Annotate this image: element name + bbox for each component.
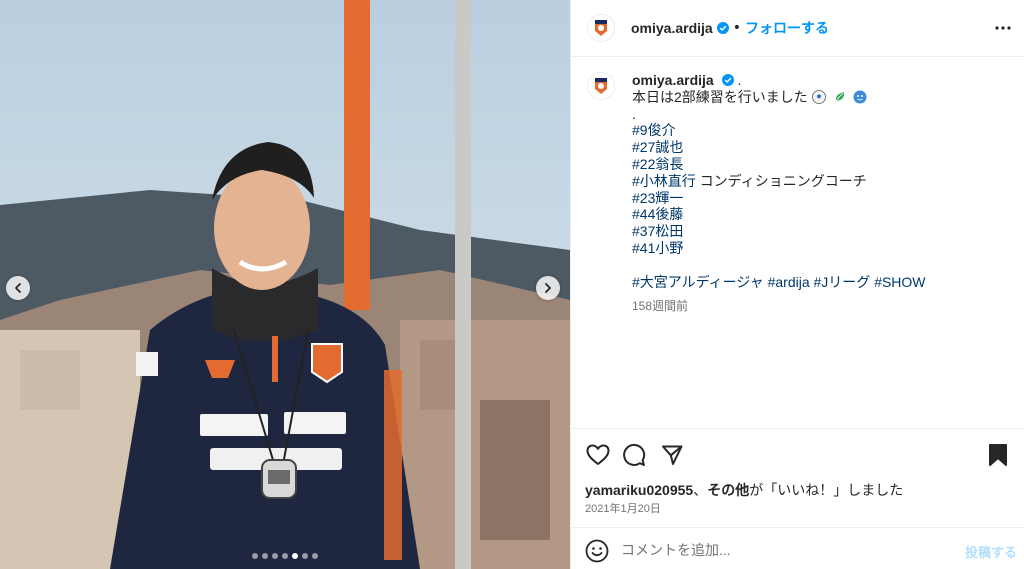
liker-username[interactable]: yamariku020955 (585, 482, 693, 498)
caption-first-text: 本日は2部練習を行いました (632, 88, 808, 105)
carousel-dot (272, 553, 278, 559)
comment-button[interactable] (621, 442, 647, 468)
share-button[interactable] (659, 442, 685, 468)
post-comment-button[interactable]: 投稿する (965, 542, 1017, 561)
hashtag-link[interactable]: #小林直行 (632, 173, 696, 189)
chevron-right-icon (545, 283, 551, 293)
caption-player-line: #小林直行 コンディショニングコーチ (632, 173, 1007, 190)
likes-summary: yamariku020955、その他が「いいね！」しました (585, 480, 903, 500)
hashtag-link[interactable]: #44後藤 (632, 206, 683, 222)
caption-hashtags: #大宮アルディージャ #ardija #Jリーグ #SHOW (632, 274, 1007, 291)
likes-connector: 、 (693, 482, 708, 498)
comment-bar: 投稿する (571, 527, 1024, 569)
post-caption: omiya.ardija . 本日は2部練習を行いました . #9俊介 #27誠… (587, 72, 1007, 315)
caption-after-name: . (737, 72, 742, 88)
carousel-dot (282, 553, 288, 559)
comment-icon (623, 443, 646, 466)
hashtag-link[interactable]: #Jリーグ (814, 274, 871, 290)
carousel-dot (292, 553, 298, 559)
hashtag-link[interactable]: #37松田 (632, 223, 683, 239)
previous-slide-button[interactable] (6, 276, 30, 300)
caption-player-line: #27誠也 (632, 139, 1007, 156)
caption-first-line: 本日は2部練習を行いました (632, 89, 1007, 106)
caption-player-line: #37松田 (632, 223, 1007, 240)
heart-icon (586, 444, 610, 465)
club-crest-icon (587, 14, 615, 42)
follow-button[interactable]: フォローする (745, 18, 829, 38)
post-time-ago[interactable]: 158週間前 (632, 298, 1007, 315)
carousel-indicators (252, 553, 318, 559)
hashtag-link[interactable]: #大宮アルディージャ (632, 274, 764, 290)
caption-role-text: コンディショニングコーチ (695, 172, 867, 189)
bookmark-icon (989, 444, 1007, 466)
caption-text: omiya.ardija . 本日は2部練習を行いました . #9俊介 #27誠… (632, 72, 1007, 315)
hashtag-link[interactable]: #23輝一 (632, 190, 683, 206)
share-icon (662, 445, 683, 465)
caption-username[interactable]: omiya.ardija (632, 72, 714, 88)
hashtag-link[interactable]: #9俊介 (632, 122, 676, 138)
like-button[interactable] (585, 442, 611, 468)
post-modal: omiya.ardija • フォローする omiya.ardija . 本日は… (0, 0, 1024, 569)
caption-player-line: #23輝一 (632, 190, 1007, 207)
caption-dot-line: . (632, 105, 636, 122)
caption-player-list: #9俊介 #27誠也 #22翁長 #小林直行 コンディショニングコーチ #23輝一 #44… (632, 122, 1007, 256)
avatar[interactable] (587, 72, 615, 100)
post-date[interactable]: 2021年1月20日 (585, 500, 661, 516)
caption-player-line: #41小野 (632, 240, 1007, 257)
caption-author-line: omiya.ardija . (632, 72, 1007, 89)
verified-badge-icon (716, 22, 729, 34)
likes-suffix: が「いいね！」しました (749, 482, 904, 498)
chevron-left-icon (15, 283, 21, 293)
hashtag-link[interactable]: #41小野 (632, 240, 683, 256)
face-emoji (853, 90, 867, 104)
photo-illustration (0, 0, 570, 569)
more-horizontal-icon (995, 26, 1011, 30)
next-slide-button[interactable] (536, 276, 560, 300)
post-photo[interactable] (0, 0, 570, 569)
comment-input[interactable] (621, 538, 941, 562)
club-crest-icon (587, 72, 615, 100)
caption-player-line: #44後藤 (632, 206, 1007, 223)
separator-dot: • (732, 20, 741, 36)
leaf-emoji (835, 91, 844, 102)
carousel-dot (262, 553, 268, 559)
hashtag-link[interactable]: #22翁長 (632, 156, 683, 172)
caption-player-line: #22翁長 (632, 156, 1007, 173)
carousel-dot (302, 553, 308, 559)
more-options-button[interactable] (991, 16, 1015, 40)
carousel-dot (312, 553, 318, 559)
carousel-dot (252, 553, 258, 559)
post-detail-panel: omiya.ardija • フォローする omiya.ardija . 本日は… (570, 0, 1024, 569)
save-button[interactable] (985, 442, 1011, 468)
username-link[interactable]: omiya.ardija (631, 20, 713, 36)
hashtag-link[interactable]: #ardija (768, 274, 810, 290)
hashtag-link[interactable]: #SHOW (874, 274, 925, 290)
avatar[interactable] (587, 14, 615, 42)
verified-badge-icon (721, 74, 734, 86)
emoji-picker-icon[interactable] (585, 539, 609, 563)
caption-player-line: #9俊介 (632, 122, 1007, 139)
hashtag-link[interactable]: #27誠也 (632, 139, 683, 155)
action-bar (571, 428, 1024, 480)
post-header: omiya.ardija • フォローする (571, 0, 1024, 57)
soccer-ball-emoji (811, 89, 826, 104)
likes-others-link[interactable]: その他 (707, 482, 749, 498)
